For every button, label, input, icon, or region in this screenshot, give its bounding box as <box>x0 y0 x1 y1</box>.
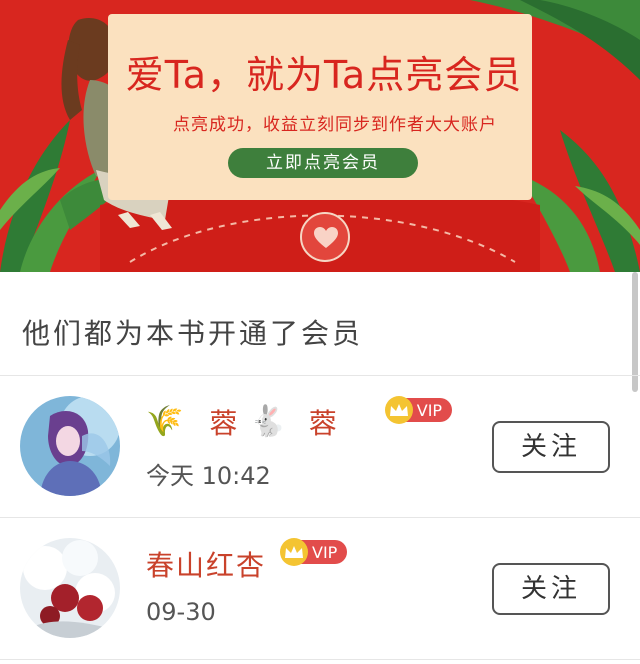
avatar[interactable] <box>20 538 120 638</box>
member-name: 🌾 蓉 🐇 蓉 VIP <box>146 396 453 442</box>
open-time: 09-30 <box>146 598 216 626</box>
heart-icon <box>314 227 338 248</box>
section-header: 他们都为本书开通了会员 <box>0 272 640 376</box>
member-name-part: 蓉 <box>308 407 339 440</box>
follow-button[interactable]: 关注 <box>492 421 610 473</box>
member-promo-banner[interactable]: 爱Ta，就为Ta点亮会员 点亮成功，收益立刻同步到作者大大账户 立即点亮会员 <box>0 0 640 272</box>
vip-label: VIP <box>312 542 338 562</box>
banner-subtitle: 点亮成功，收益立刻同步到作者大大账户 <box>173 115 497 135</box>
wheat-icon: 🌾 <box>146 404 184 439</box>
rabbit-icon: 🐇 <box>249 404 287 439</box>
vip-badge: VIP <box>280 538 348 566</box>
section-title: 他们都为本书开通了会员 <box>22 317 364 350</box>
crown-icon <box>384 396 413 424</box>
crown-icon <box>280 538 309 566</box>
vip-label: VIP <box>416 400 443 420</box>
activate-membership-button[interactable]: 立即点亮会员 <box>228 148 418 178</box>
avatar[interactable] <box>20 396 120 496</box>
open-time: 今天 10:42 <box>146 462 271 490</box>
member-name-text: 春山红杏 <box>146 549 267 582</box>
member-list-item[interactable]: 春山红杏 VIP 09-30 关注 <box>0 518 640 660</box>
member-name: 春山红杏 VIP <box>146 538 348 584</box>
vip-badge: VIP <box>384 396 453 424</box>
follow-button[interactable]: 关注 <box>492 563 610 615</box>
member-list-item[interactable]: 🌾 蓉 🐇 蓉 VIP 今天 10:42 关注 <box>0 376 640 518</box>
banner-title: 爱Ta，就为Ta点亮会员 <box>125 53 523 97</box>
member-name-part: 蓉 <box>209 407 240 440</box>
